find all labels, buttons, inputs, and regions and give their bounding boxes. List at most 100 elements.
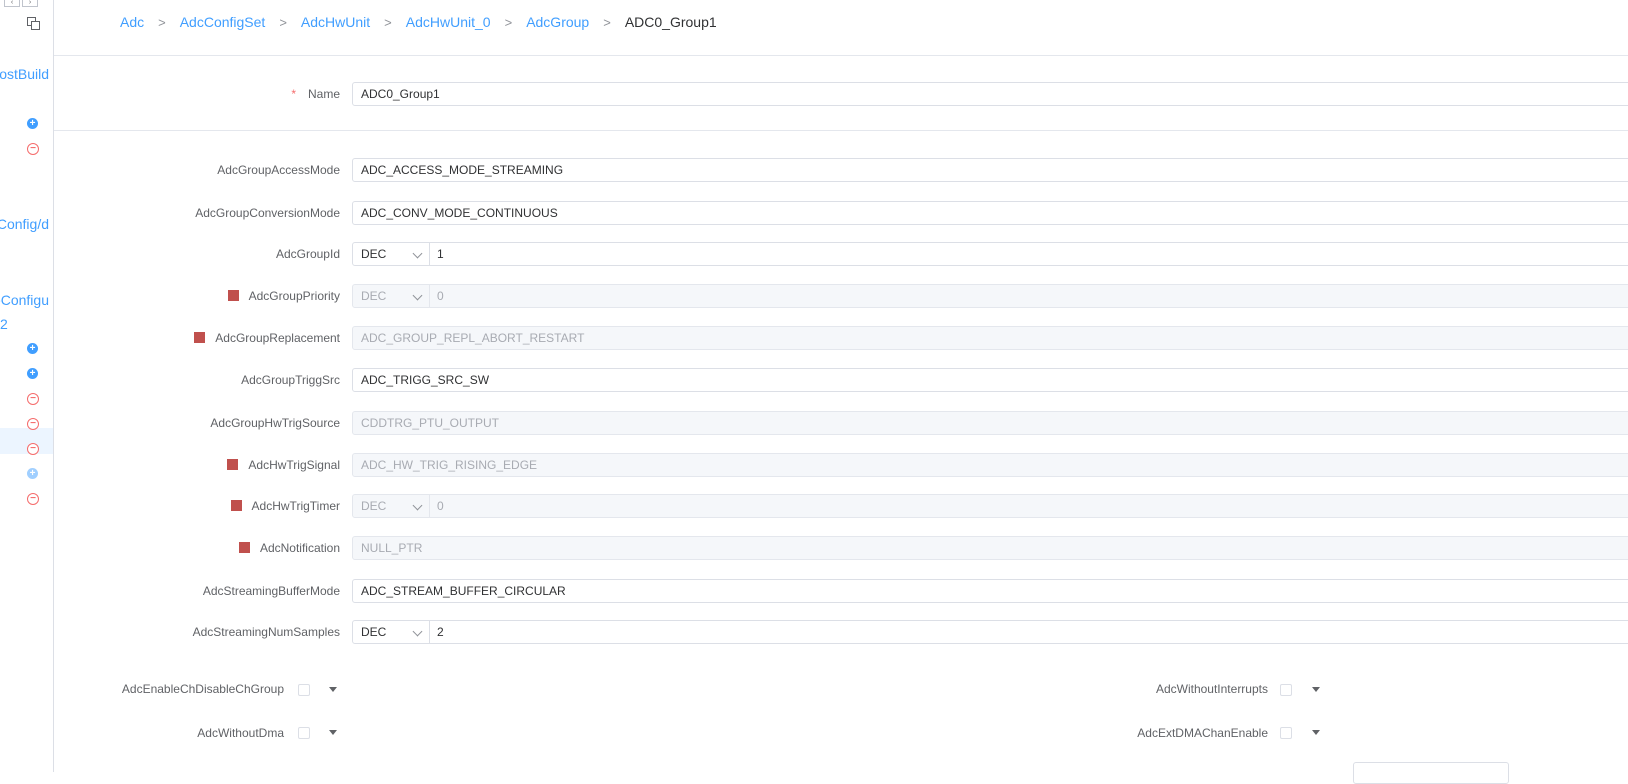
breadcrumb-current: ADC0_Group1 [624, 14, 717, 30]
trigg-src-select[interactable]: ADC_TRIGG_SRC_SW [352, 368, 1628, 392]
access-mode-select[interactable]: ADC_ACCESS_MODE_STREAMING [352, 158, 1628, 182]
chevron-down-icon [412, 626, 423, 637]
without-interrupts-checkbox[interactable] [1280, 684, 1292, 696]
breadcrumb-separator: > [158, 14, 166, 30]
copy-icon[interactable] [27, 17, 40, 30]
access-mode-label: AdcGroupAccessMode [217, 163, 340, 177]
hw-trig-source-label: AdcGroupHwTrigSource [210, 416, 340, 430]
trigg-src-label: AdcGroupTriggSrc [241, 373, 340, 387]
hw-trig-timer-input: 0 [430, 494, 1628, 518]
remove-icon[interactable]: − [27, 493, 39, 505]
streaming-buffer-mode-select[interactable]: ADC_STREAM_BUFFER_CIRCULAR [352, 579, 1628, 603]
name-label: * Name [291, 87, 340, 101]
breadcrumb-item-hwunit[interactable]: AdcHwUnit [301, 14, 370, 30]
enable-ch-disable-ch-group-checkbox[interactable] [298, 684, 310, 696]
remove-icon[interactable]: − [27, 143, 39, 155]
breadcrumb-item-hwunit-0[interactable]: AdcHwUnit_0 [406, 14, 491, 30]
hw-trig-timer-row: AdcHwTrigTimer DEC 0 [54, 493, 1628, 519]
breadcrumb-separator: > [384, 14, 392, 30]
breadcrumb-separator: > [279, 14, 287, 30]
group-replacement-label: AdcGroupReplacement [194, 325, 340, 351]
disabled-marker-icon[interactable] [230, 500, 242, 511]
bottom-input[interactable] [1353, 762, 1509, 784]
caret-down-icon[interactable] [329, 730, 337, 735]
group-priority-input: 0 [430, 284, 1628, 308]
caret-down-icon[interactable] [329, 687, 337, 692]
streaming-num-samples-combo: DEC 2 [352, 620, 1628, 644]
group-id-input[interactable]: 1 [430, 242, 1628, 266]
chevron-down-icon [412, 500, 423, 511]
breadcrumb-item-group[interactable]: AdcGroup [526, 14, 589, 30]
group-replacement-select: ADC_GROUP_REPL_ABORT_RESTART [352, 326, 1628, 350]
hw-trig-timer-combo: DEC 0 [352, 494, 1628, 518]
streaming-num-samples-row: AdcStreamingNumSamples DEC 2 [54, 619, 1628, 645]
caret-down-icon[interactable] [1312, 687, 1320, 692]
add-icon[interactable]: + [27, 343, 38, 354]
streaming-num-samples-label: AdcStreamingNumSamples [192, 625, 340, 639]
hw-trig-timer-label: AdcHwTrigTimer [230, 493, 340, 519]
hw-trig-source-row: AdcGroupHwTrigSource CDDTRG_PTU_OUTPUT [54, 410, 1628, 436]
hw-trig-signal-select: ADC_HW_TRIG_RISING_EDGE [352, 453, 1628, 477]
caret-down-icon[interactable] [1312, 730, 1320, 735]
group-priority-row: AdcGroupPriority DEC 0 [54, 283, 1628, 309]
disabled-marker-icon[interactable] [194, 332, 206, 343]
group-priority-label: AdcGroupPriority [227, 283, 340, 309]
sidebar-item-postbuild[interactable]: ostBuild [0, 66, 49, 82]
sidebar-item-hwunit-config[interactable]: eConfigu [0, 292, 49, 308]
hw-trig-signal-row: AdcHwTrigSignal ADC_HW_TRIG_RISING_EDGE [54, 452, 1628, 478]
name-input[interactable]: ADC0_Group1 [352, 82, 1628, 106]
disabled-marker-icon[interactable] [227, 290, 239, 301]
hw-trig-signal-label: AdcHwTrigSignal [227, 452, 340, 478]
breadcrumb-item-configset[interactable]: AdcConfigSet [180, 14, 266, 30]
without-dma-label: AdcWithoutDma [197, 726, 284, 740]
access-mode-row: AdcGroupAccessMode ADC_ACCESS_MODE_STREA… [54, 157, 1628, 183]
add-icon[interactable]: + [27, 118, 38, 129]
add-icon[interactable]: + [27, 368, 38, 379]
collapse-left-button[interactable]: ‹ [4, 0, 20, 7]
sidebar: ‹ › ostBuild + − Config/d eConfigu 2 + +… [0, 0, 54, 772]
group-id-combo: DEC 1 [352, 242, 1628, 266]
remove-icon[interactable]: − [27, 418, 39, 430]
breadcrumb-separator: > [603, 14, 611, 30]
group-replacement-row: AdcGroupReplacement ADC_GROUP_REPL_ABORT… [54, 325, 1628, 351]
notification-input: NULL_PTR [352, 536, 1628, 560]
breadcrumb-item-adc[interactable]: Adc [120, 14, 144, 30]
streaming-num-samples-base-select[interactable]: DEC [352, 620, 430, 644]
group-id-row: AdcGroupId DEC 1 [54, 241, 1628, 267]
disabled-marker-icon[interactable] [227, 459, 239, 470]
enable-ch-disable-ch-group-label: AdcEnableChDisableChGroup [121, 682, 284, 696]
required-mark: * [291, 87, 296, 101]
chevron-down-icon [412, 248, 423, 259]
conversion-mode-label: AdcGroupConversionMode [195, 206, 340, 220]
disabled-marker-icon[interactable] [238, 542, 250, 553]
notification-label: AdcNotification [238, 535, 340, 561]
breadcrumb: Adc > AdcConfigSet > AdcHwUnit > AdcHwUn… [120, 12, 717, 32]
ext-dma-chan-enable-checkbox[interactable] [1280, 727, 1292, 739]
group-id-base-select[interactable]: DEC [352, 242, 430, 266]
group-priority-base-select: DEC [352, 284, 430, 308]
hw-trig-source-select: CDDTRG_PTU_OUTPUT [352, 411, 1628, 435]
hw-trig-timer-base-select: DEC [352, 494, 430, 518]
add-icon[interactable]: + [27, 468, 38, 479]
divider [54, 130, 1628, 131]
divider [54, 55, 1628, 56]
chevron-down-icon [412, 290, 423, 301]
trigg-src-row: AdcGroupTriggSrc ADC_TRIGG_SRC_SW [54, 367, 1628, 393]
streaming-num-samples-input[interactable]: 2 [430, 620, 1628, 644]
streaming-buffer-mode-label: AdcStreamingBufferMode [202, 584, 340, 598]
without-dma-checkbox[interactable] [298, 727, 310, 739]
sidebar-item-index[interactable]: 2 [0, 316, 8, 332]
sidebar-item-config[interactable]: Config/d [0, 216, 49, 232]
conversion-mode-row: AdcGroupConversionMode ADC_CONV_MODE_CON… [54, 200, 1628, 226]
notification-row: AdcNotification NULL_PTR [54, 535, 1628, 561]
group-id-label: AdcGroupId [275, 247, 340, 261]
remove-icon[interactable]: − [27, 443, 39, 455]
collapse-right-button[interactable]: › [22, 0, 38, 7]
group-priority-combo: DEC 0 [352, 284, 1628, 308]
without-interrupts-label: AdcWithoutInterrupts [1155, 682, 1268, 696]
ext-dma-chan-enable-label: AdcExtDMAChanEnable [1137, 726, 1268, 740]
name-row: * Name ADC0_Group1 [54, 81, 1628, 107]
conversion-mode-select[interactable]: ADC_CONV_MODE_CONTINUOUS [352, 201, 1628, 225]
remove-icon[interactable]: − [27, 393, 39, 405]
streaming-buffer-mode-row: AdcStreamingBufferMode ADC_STREAM_BUFFER… [54, 578, 1628, 604]
